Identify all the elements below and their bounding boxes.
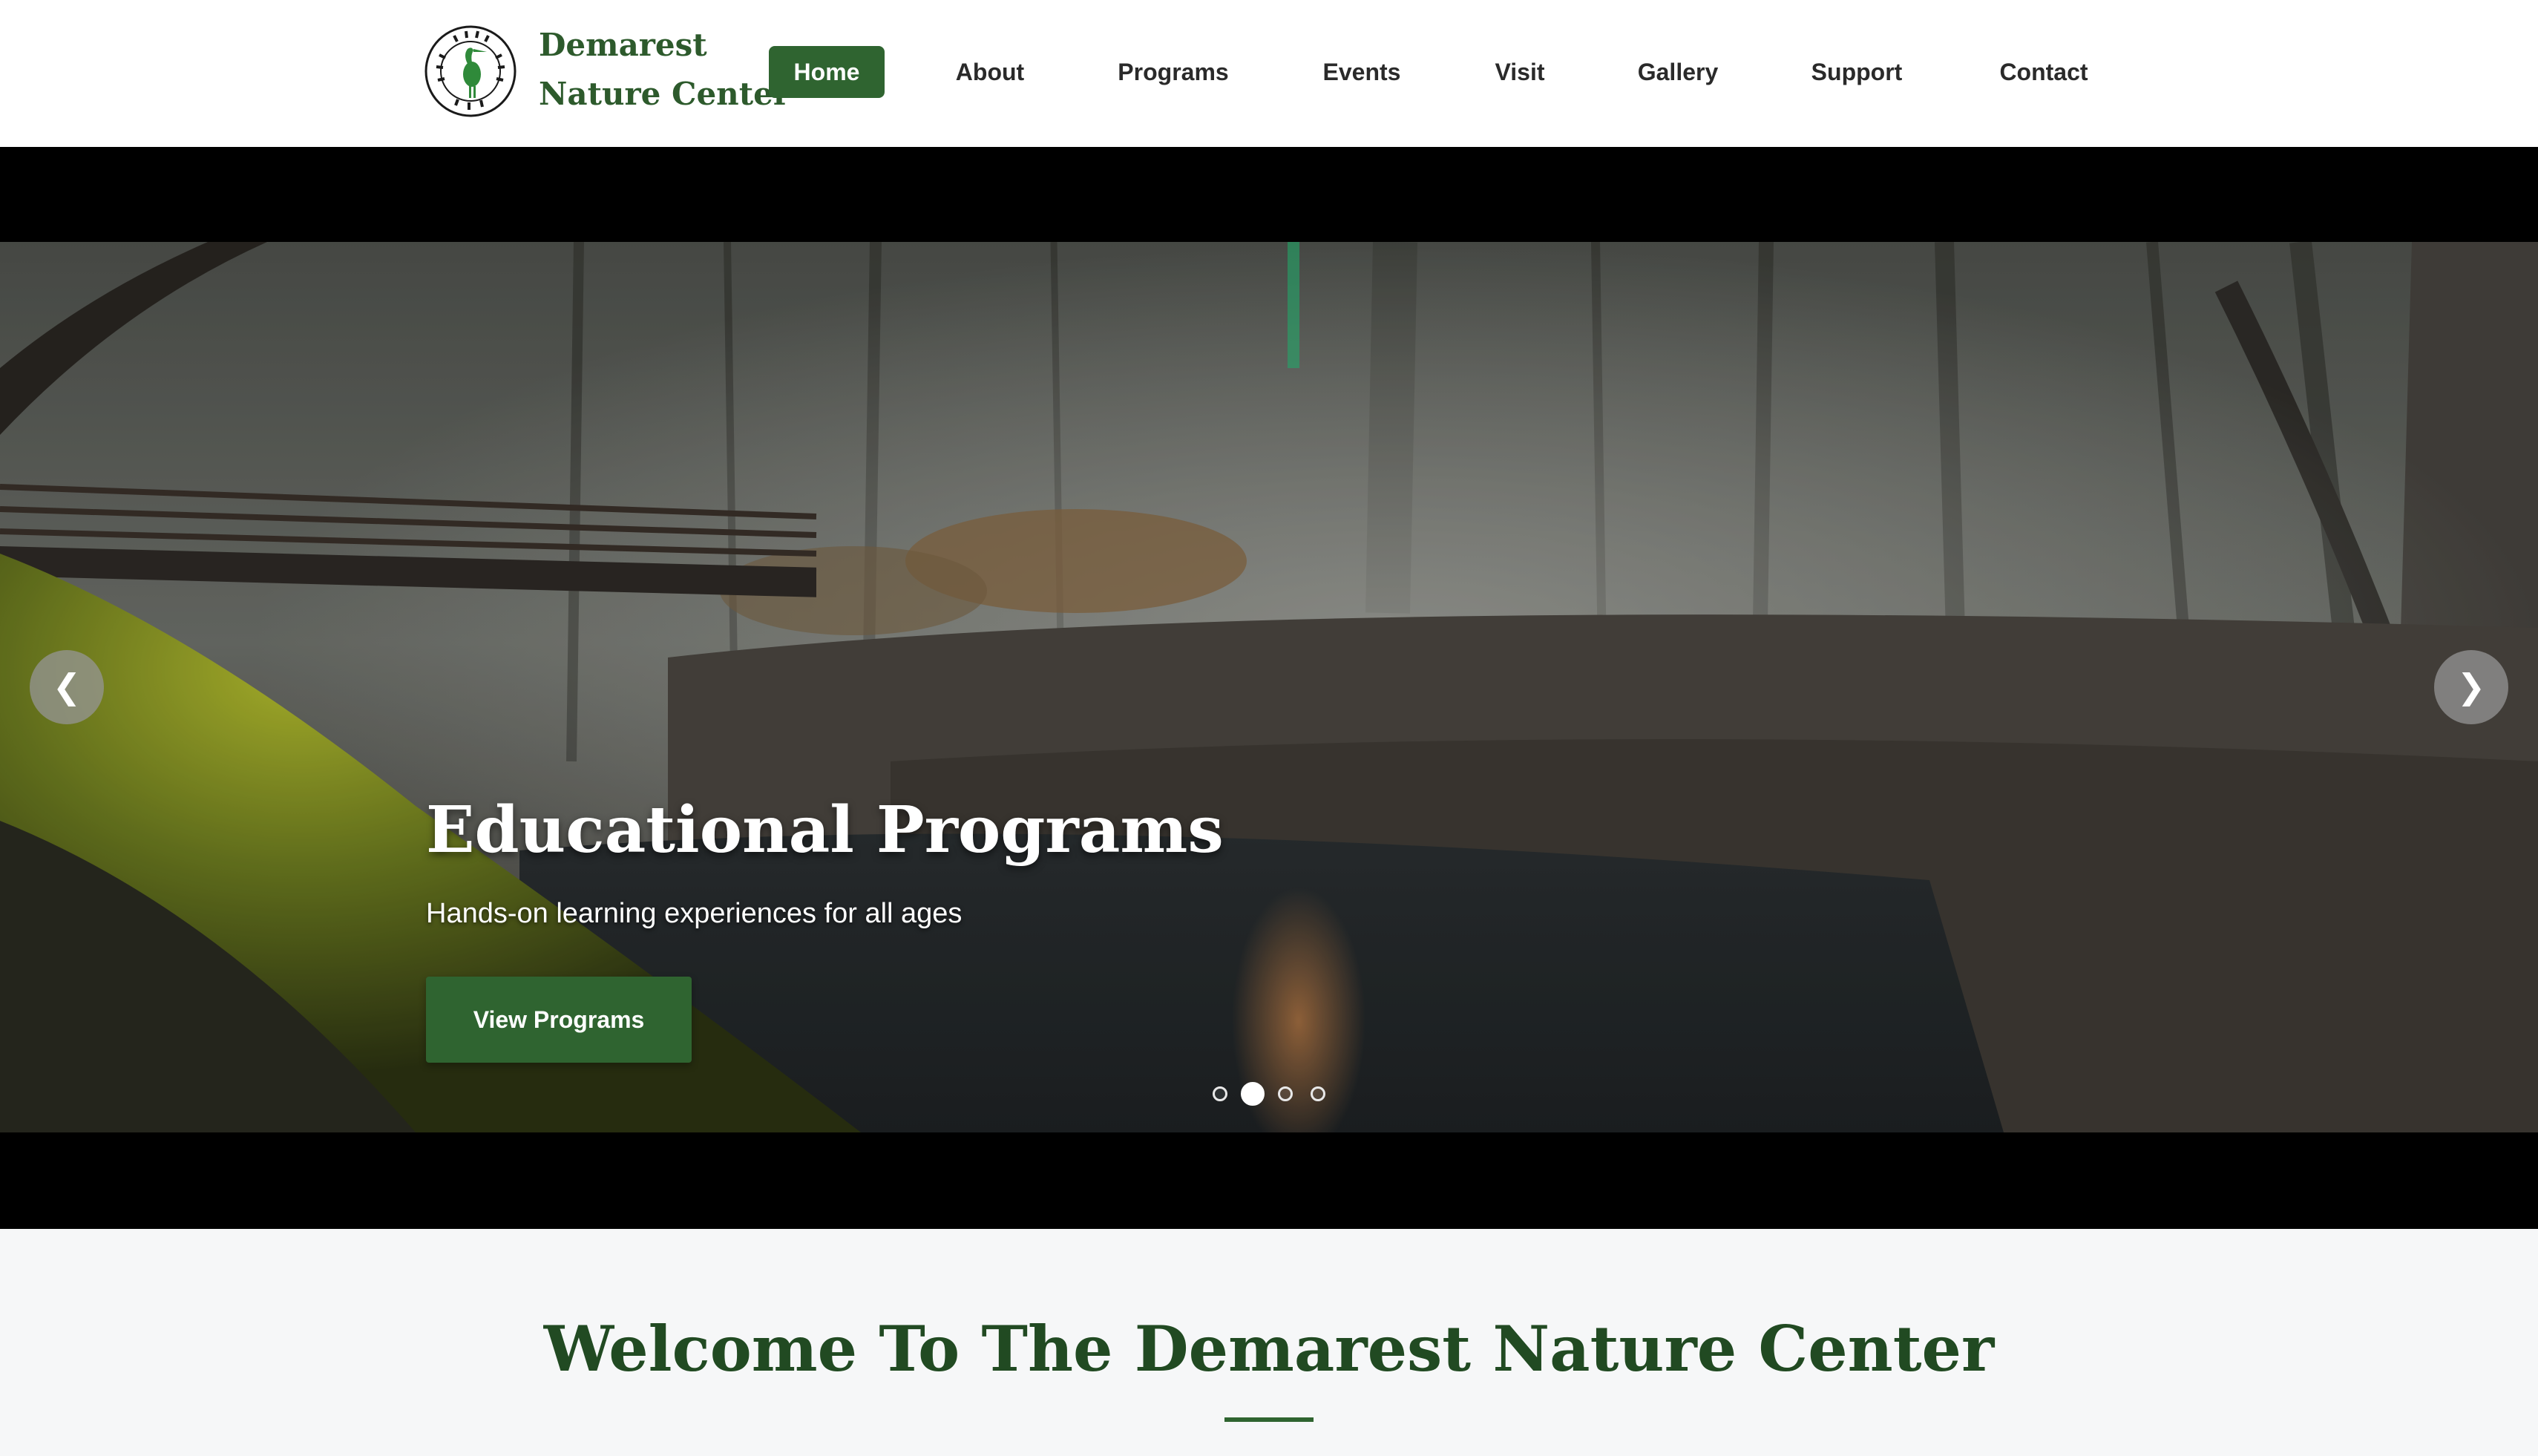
view-programs-button[interactable]: View Programs: [426, 977, 692, 1063]
carousel-prev-arrow[interactable]: ❮: [30, 650, 104, 724]
welcome-section: Welcome To The Demarest Nature Center: [0, 1229, 2538, 1456]
nav-item-home[interactable]: Home: [769, 46, 885, 98]
nav-item-gallery[interactable]: Gallery: [1633, 46, 1723, 98]
slide-title: Educational Programs: [426, 793, 1224, 868]
nav-item-support[interactable]: Support: [1806, 46, 1907, 98]
nav-item-about[interactable]: About: [944, 46, 1036, 98]
hero-slide-image: [0, 242, 2538, 1132]
carousel-dot-4[interactable]: [1311, 1086, 1325, 1101]
nav-item-visit[interactable]: Visit: [1489, 46, 1551, 98]
welcome-title: Welcome To The Demarest Nature Center: [543, 1312, 1995, 1386]
carousel-indicators: [0, 1081, 2538, 1106]
nav-item-programs[interactable]: Programs: [1109, 46, 1238, 98]
carousel-dot-3[interactable]: [1278, 1086, 1293, 1101]
nav-item-events[interactable]: Events: [1316, 46, 1407, 98]
carousel-dot-1[interactable]: [1213, 1086, 1227, 1101]
main-nav: Home About Programs Events Visit Gallery…: [0, 0, 2538, 147]
slide-subtitle: Hands-on learning experiences for all ag…: [426, 898, 963, 929]
nav-item-contact[interactable]: Contact: [1992, 46, 2096, 98]
welcome-divider: [1224, 1417, 1314, 1422]
hero-carousel: ❮ ❯ Educational Programs Hands-on learni…: [0, 147, 2538, 1229]
carousel-dot-2[interactable]: [1241, 1082, 1265, 1106]
carousel-next-arrow[interactable]: ❯: [2434, 650, 2508, 724]
site-header: Demarest Nature Center Home About Progra…: [0, 0, 2538, 148]
